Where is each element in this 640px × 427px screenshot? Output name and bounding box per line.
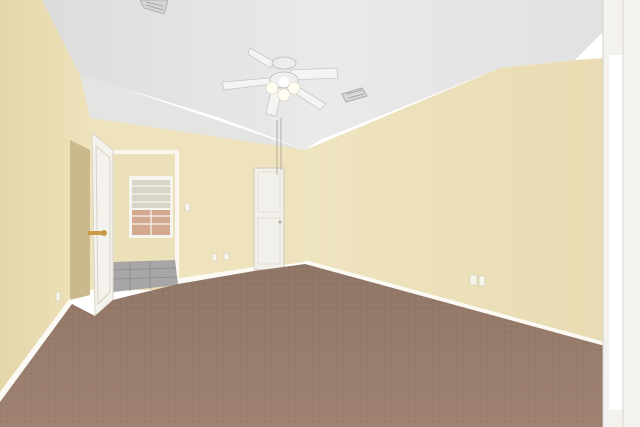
- outlet-icon: [211, 253, 218, 262]
- room-photo: [0, 0, 640, 427]
- outlet-icon: [55, 291, 61, 302]
- light-switch: [184, 202, 191, 212]
- right-window-frame: [602, 0, 640, 427]
- outlet-icon: [223, 252, 230, 261]
- door-icon: [253, 167, 285, 271]
- outlet-icon: [469, 274, 478, 286]
- outlet-icon: [478, 275, 486, 287]
- left-doorway: [70, 140, 90, 300]
- window-icon: [129, 176, 173, 238]
